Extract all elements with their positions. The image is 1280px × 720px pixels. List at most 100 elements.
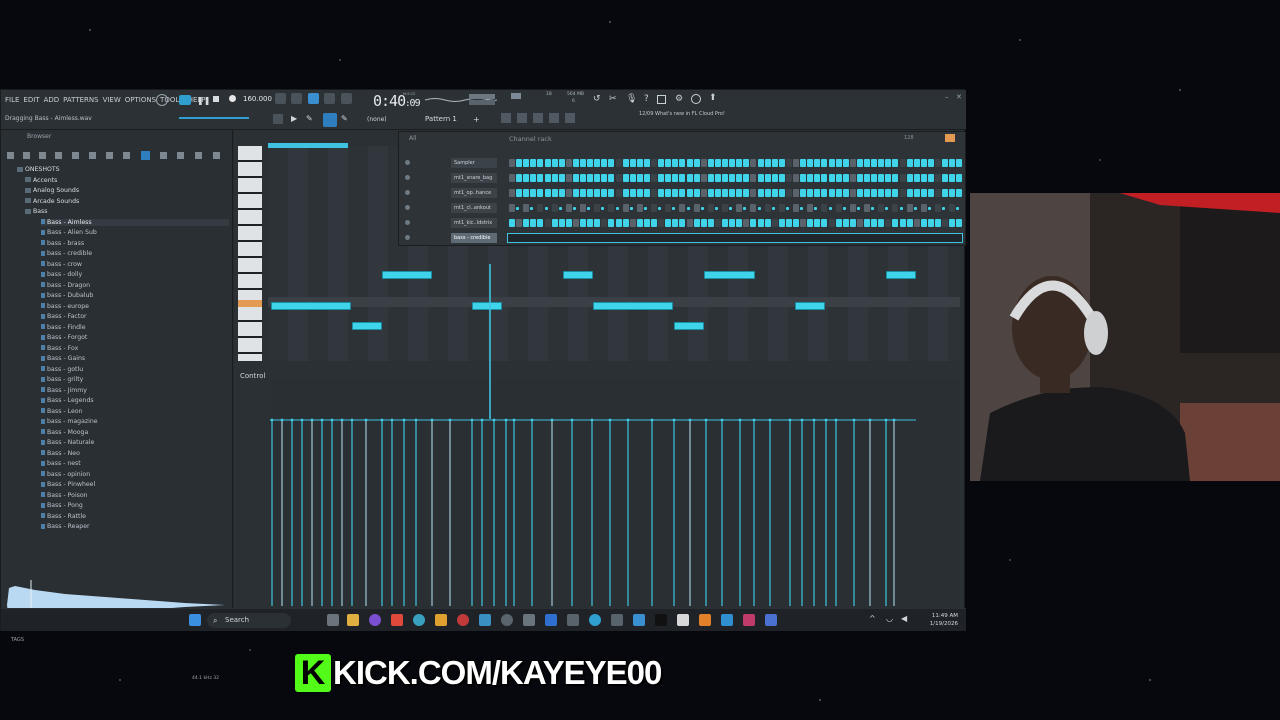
piano-roll-note[interactable]: [382, 271, 432, 279]
mixer-window-icon[interactable]: [533, 113, 543, 123]
browser-folder[interactable]: Accents: [25, 177, 229, 184]
browser-file[interactable]: bass - europe: [41, 303, 229, 310]
step-button[interactable]: [942, 207, 946, 210]
step-button[interactable]: [771, 207, 775, 210]
step-button[interactable]: [778, 219, 785, 227]
step-button[interactable]: [757, 189, 764, 197]
taskbar-search[interactable]: ⌕ Search: [207, 613, 291, 628]
step-button[interactable]: [828, 219, 835, 227]
graph-editor-icon[interactable]: [945, 134, 955, 142]
export-icon[interactable]: ⬆: [709, 93, 717, 103]
step-button[interactable]: [856, 219, 863, 227]
step-button[interactable]: [828, 189, 835, 197]
menu-view[interactable]: VIEW: [103, 96, 121, 104]
step-button[interactable]: [565, 159, 572, 167]
step-button[interactable]: [665, 174, 672, 182]
fl-studio-icon[interactable]: [435, 614, 447, 626]
piano-roll-note[interactable]: [563, 271, 593, 279]
step-button[interactable]: [814, 159, 821, 167]
step-button[interactable]: [927, 174, 934, 182]
swing-value[interactable]: 128: [904, 135, 914, 141]
step-button[interactable]: [516, 207, 520, 210]
help-icon[interactable]: ?: [644, 94, 649, 104]
tiktok-studio-icon[interactable]: [743, 614, 755, 626]
step-button[interactable]: [558, 207, 562, 210]
step-button[interactable]: [679, 189, 686, 197]
browser-file[interactable]: Bass - Neo: [41, 450, 229, 457]
step-button[interactable]: [842, 219, 849, 227]
step-button[interactable]: [942, 219, 949, 227]
step-button[interactable]: [942, 159, 949, 167]
step-button[interactable]: [558, 219, 565, 227]
step-button[interactable]: [707, 174, 714, 182]
step-button[interactable]: [849, 219, 856, 227]
step-button[interactable]: [672, 219, 679, 227]
step-button[interactable]: [686, 207, 690, 210]
paint-icon[interactable]: [633, 614, 645, 626]
step-button[interactable]: [913, 174, 920, 182]
step-button[interactable]: [956, 219, 963, 227]
step-button[interactable]: [807, 219, 814, 227]
step-button[interactable]: [651, 174, 657, 182]
menu-edit[interactable]: EDIT: [23, 96, 39, 104]
step-button[interactable]: [800, 159, 807, 167]
volume-icon[interactable]: ◀: [901, 614, 907, 623]
step-button[interactable]: [913, 219, 920, 227]
step-button[interactable]: [835, 219, 842, 227]
step-button[interactable]: [828, 159, 835, 167]
step-button[interactable]: [892, 219, 899, 227]
loop-record-icon[interactable]: [341, 93, 352, 104]
step-button[interactable]: [856, 207, 860, 210]
step-button[interactable]: [629, 174, 636, 182]
step-button[interactable]: [551, 189, 558, 197]
browser-file[interactable]: bass - gotlu: [41, 366, 229, 373]
step-button[interactable]: [636, 174, 643, 182]
step-button[interactable]: [643, 159, 650, 167]
browser-file[interactable]: bass - Dubalub: [41, 292, 229, 299]
browser-file[interactable]: bass - opinion: [41, 471, 229, 478]
step-button[interactable]: [750, 189, 757, 197]
step-button[interactable]: [736, 204, 743, 212]
step-button[interactable]: [956, 189, 963, 197]
piano-keys[interactable]: [238, 146, 262, 361]
step-button[interactable]: [537, 159, 544, 167]
step-button[interactable]: [672, 189, 679, 197]
step-button[interactable]: [572, 189, 579, 197]
browser-file[interactable]: Bass - Reaper: [41, 523, 229, 530]
step-button[interactable]: [729, 189, 736, 197]
browser-file[interactable]: bass - Dragon: [41, 282, 229, 289]
step-button[interactable]: [537, 219, 544, 227]
step-button[interactable]: [793, 159, 799, 167]
browser-file[interactable]: Bass - Mooga: [41, 429, 229, 436]
zoom-icon[interactable]: [721, 614, 733, 626]
step-button[interactable]: [622, 159, 629, 167]
step-button[interactable]: [565, 174, 572, 182]
step-button[interactable]: [949, 159, 956, 167]
step-button[interactable]: [778, 174, 785, 182]
piano-roll-icon[interactable]: [501, 113, 511, 123]
step-button[interactable]: [878, 204, 885, 212]
step-button[interactable]: [509, 219, 515, 227]
app-icon[interactable]: [765, 614, 777, 626]
play-pattern-icon[interactable]: ▶: [291, 114, 297, 123]
channel-mute-led[interactable]: [405, 160, 410, 165]
step-button[interactable]: [509, 159, 515, 167]
step-button[interactable]: [906, 174, 913, 182]
step-button[interactable]: [530, 189, 537, 197]
step-button[interactable]: [544, 174, 551, 182]
step-button[interactable]: [835, 189, 842, 197]
step-button[interactable]: [771, 189, 778, 197]
step-button[interactable]: [679, 174, 686, 182]
step-button[interactable]: [551, 174, 558, 182]
menu-file[interactable]: FILE: [5, 96, 19, 104]
mic-icon[interactable]: 🎙: [626, 94, 637, 104]
step-button[interactable]: [885, 219, 892, 227]
step-button[interactable]: [878, 159, 885, 167]
step-button[interactable]: [509, 204, 515, 212]
step-button[interactable]: [871, 174, 878, 182]
step-button[interactable]: [757, 219, 764, 227]
step-button[interactable]: [629, 219, 636, 227]
step-button[interactable]: [530, 219, 537, 227]
browser-file[interactable]: bass - dolly: [41, 271, 229, 278]
step-button[interactable]: [658, 174, 665, 182]
